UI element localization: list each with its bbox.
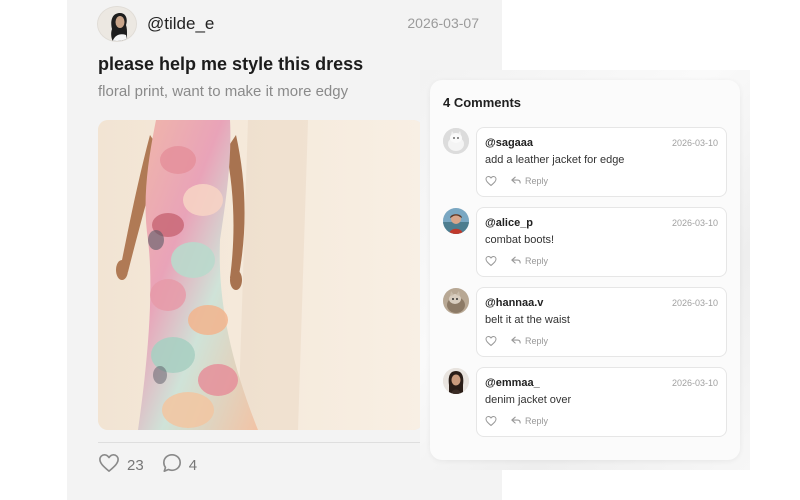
like-button[interactable]: 23 [98,453,144,477]
post-subtitle: floral print, want to make it more edgy [98,83,349,100]
reply-button[interactable]: Reply [511,336,548,347]
reply-label: Reply [525,176,549,186]
comment-bubble: @alice_p 2026-03-10 combat boots! Reply [476,207,727,277]
comment-username[interactable]: @alice_p [485,217,533,229]
comment-username[interactable]: @emmaa_ [485,377,540,389]
reply-label: Reply [525,416,549,426]
comment-username[interactable]: @sagaaa [485,137,533,149]
comment-text: belt it at the waist [485,314,570,326]
reply-arrow-icon [511,256,521,267]
comment-username[interactable]: @hannaa.v [485,297,543,309]
commenter-avatar[interactable] [443,128,469,154]
commenter-avatar[interactable] [443,288,469,314]
post-header: @tilde_e 2026-03-07 [97,6,479,42]
comment-actions: Reply [485,415,548,427]
comment-bubble: @hannaa.v 2026-03-10 belt it at the wais… [476,287,727,357]
comment-date: 2026-03-10 [671,218,718,228]
author-username[interactable]: @tilde_e [147,14,214,34]
reply-button[interactable]: Reply [511,416,548,427]
comment-actions: Reply [485,255,548,267]
comment-item: @alice_p 2026-03-10 combat boots! Reply [443,207,727,277]
comment-text: denim jacket over [485,394,572,406]
comment-item: @emmaa_ 2026-03-10 denim jacket over Rep… [443,367,727,437]
post-actions: 23 4 [98,453,205,477]
reply-button[interactable]: Reply [511,256,548,267]
reply-arrow-icon [511,416,521,427]
comments-panel: 4 Comments @sagaaa 2026-03-10 add a leat… [430,80,740,460]
comment-item: @hannaa.v 2026-03-10 belt it at the wais… [443,287,727,357]
comment-bubble: @emmaa_ 2026-03-10 denim jacket over Rep… [476,367,727,437]
comment-text: combat boots! [485,234,555,246]
comments-title: 4 Comments [443,95,522,110]
like-count: 23 [127,456,144,474]
commenter-avatar[interactable] [443,208,469,234]
comment-count: 4 [188,456,198,474]
author-avatar[interactable] [97,6,137,42]
reply-label: Reply [525,256,549,266]
comment-date: 2026-03-10 [671,378,718,388]
reply-label: Reply [525,336,549,346]
reply-arrow-icon [511,336,521,347]
comment-button[interactable]: 4 [162,453,197,477]
post-title: please help me style this dress [98,54,364,74]
comment-actions: Reply [485,175,548,187]
comment-date: 2026-03-10 [671,298,718,308]
comment-text: add a leather jacket for edge [485,154,625,166]
heart-icon[interactable] [485,175,497,187]
reply-button[interactable]: Reply [511,176,548,187]
comment-date: 2026-03-10 [671,138,718,148]
heart-icon[interactable] [485,255,497,267]
comment-actions: Reply [485,335,548,347]
post-date: 2026-03-07 [407,15,479,31]
post-image-dress[interactable] [98,120,423,430]
heart-icon [98,453,120,477]
comment-bubble: @sagaaa 2026-03-10 add a leather jacket … [476,127,727,197]
comment-item: @sagaaa 2026-03-10 add a leather jacket … [443,127,727,197]
heart-icon[interactable] [485,415,497,427]
speech-bubble-icon [162,453,182,477]
reply-arrow-icon [511,176,521,187]
post-divider [98,442,428,443]
heart-icon[interactable] [485,335,497,347]
commenter-avatar[interactable] [443,368,469,394]
